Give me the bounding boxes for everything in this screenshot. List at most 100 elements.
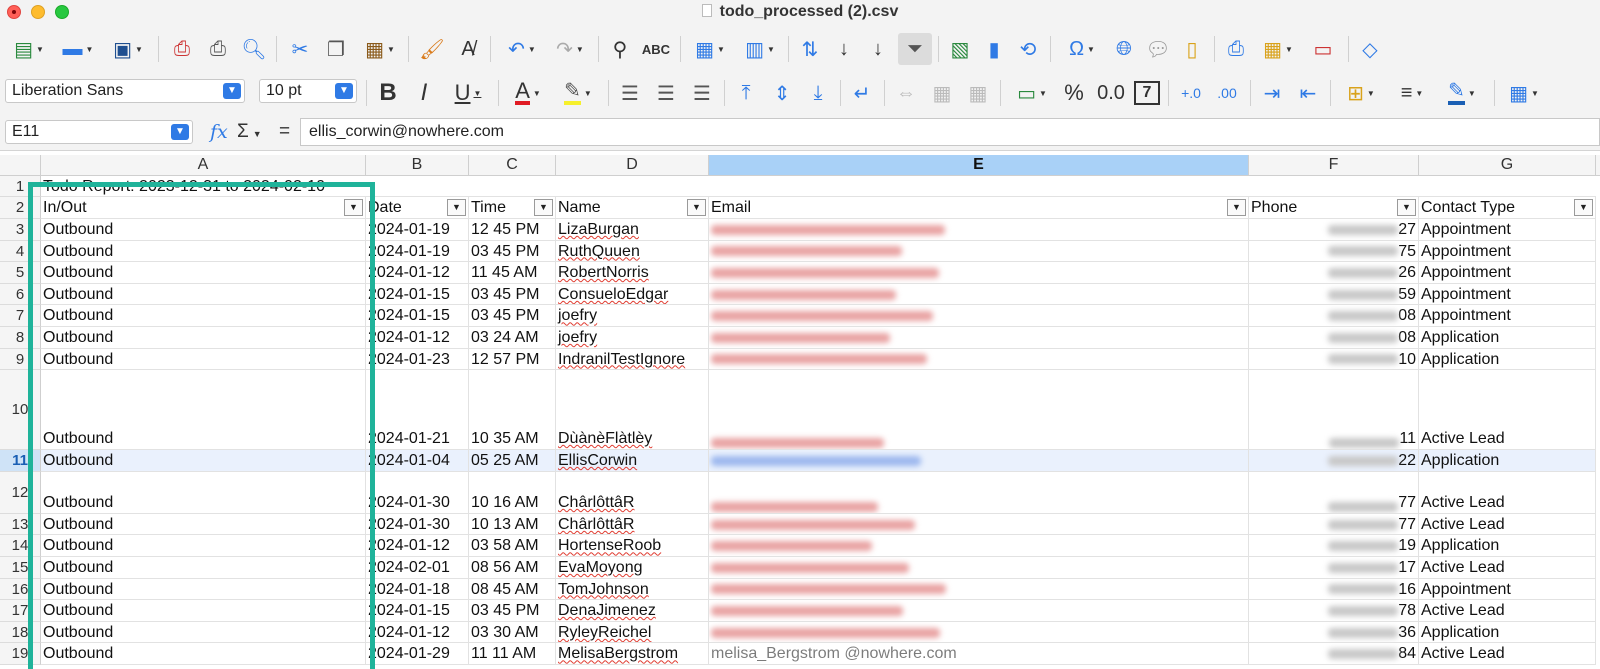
phone-cell[interactable]: 59 bbox=[1249, 283, 1419, 306]
phone-cell[interactable]: 17 bbox=[1249, 557, 1419, 579]
save-icon[interactable]: ▣ ▼ bbox=[106, 35, 150, 63]
name-cell[interactable]: joefry bbox=[556, 327, 709, 349]
date-cell[interactable]: 2024-01-21 bbox=[366, 370, 469, 451]
date-cell[interactable]: 2024-01-15 bbox=[366, 283, 469, 306]
time-cell[interactable]: 11 11 AM bbox=[469, 643, 556, 665]
select-all-corner[interactable] bbox=[0, 155, 41, 176]
insert-chart-icon[interactable]: ▮ bbox=[980, 35, 1008, 63]
phone-cell[interactable]: 16 bbox=[1249, 578, 1419, 601]
inout-cell[interactable]: Outbound bbox=[41, 305, 366, 327]
email-cell[interactable] bbox=[709, 578, 1249, 601]
function-wizard-icon[interactable]: fx bbox=[210, 121, 228, 143]
date-cell[interactable]: 2024-01-30 bbox=[366, 513, 469, 536]
time-cell[interactable]: 03 45 PM bbox=[469, 305, 556, 327]
column-header-e[interactable]: E bbox=[709, 155, 1249, 176]
email-cell[interactable] bbox=[709, 240, 1249, 263]
email-cell[interactable]: melisa_Bergstrom @nowhere.com bbox=[709, 643, 1249, 665]
email-cell[interactable] bbox=[709, 557, 1249, 579]
align-bottom-icon[interactable]: ⤓ bbox=[804, 79, 832, 107]
phone-cell[interactable]: 08 bbox=[1249, 327, 1419, 349]
highlight-color-icon[interactable]: ✎ ▼ bbox=[556, 79, 600, 107]
contact-type-cell[interactable]: Active Lead bbox=[1419, 600, 1596, 622]
date-cell[interactable]: 2024-01-15 bbox=[366, 305, 469, 327]
time-cell[interactable]: 10 16 AM bbox=[469, 471, 556, 514]
row-header[interactable]: 13 bbox=[0, 513, 41, 536]
column-icon[interactable]: ▥ ▼ bbox=[738, 35, 782, 63]
date-cell[interactable]: 2024-01-12 bbox=[366, 327, 469, 349]
name-cell[interactable]: EvaMoyong bbox=[556, 557, 709, 579]
column-header-f[interactable]: F bbox=[1249, 155, 1419, 176]
underline-icon[interactable]: U ▼ bbox=[446, 79, 490, 107]
row-header[interactable]: 10 bbox=[0, 370, 41, 451]
export-pdf-icon[interactable]: ⎙ bbox=[168, 35, 196, 63]
inout-cell[interactable]: Outbound bbox=[41, 348, 366, 371]
phone-cell[interactable]: 84 bbox=[1249, 643, 1419, 665]
filter-dropdown-button[interactable]: ▼ bbox=[344, 199, 363, 216]
merge-center-icon[interactable]: ⇔ bbox=[892, 79, 920, 107]
headers-footers-icon[interactable]: ▯ bbox=[1178, 35, 1206, 63]
inout-cell[interactable]: Outbound bbox=[41, 643, 366, 665]
sum-icon[interactable]: Σ ▼ bbox=[237, 121, 262, 143]
contact-type-cell[interactable]: Active Lead bbox=[1419, 557, 1596, 579]
time-cell[interactable]: 03 58 AM bbox=[469, 535, 556, 557]
column-header-h[interactable] bbox=[1596, 155, 1600, 176]
center-vertically-icon[interactable]: ⇕ bbox=[768, 79, 796, 107]
time-cell[interactable]: 03 45 PM bbox=[469, 283, 556, 306]
row-header[interactable]: 6 bbox=[0, 283, 41, 306]
merge-cells-icon[interactable]: ▦ bbox=[928, 79, 956, 107]
row-header[interactable]: 12 bbox=[0, 471, 41, 514]
time-cell[interactable]: 11 45 AM bbox=[469, 262, 556, 284]
row-header[interactable]: 5 bbox=[0, 262, 41, 284]
report-title-cell[interactable]: Todo Report: 2023-12-31 to 2024-02-10 bbox=[41, 176, 1596, 197]
email-cell[interactable] bbox=[709, 219, 1249, 241]
formula-equals-icon[interactable]: = bbox=[279, 121, 290, 143]
align-left-icon[interactable]: ☰ bbox=[616, 79, 644, 107]
row-header[interactable]: 18 bbox=[0, 621, 41, 644]
row-header[interactable]: 16 bbox=[0, 578, 41, 601]
header-cell[interactable]: Phone bbox=[1249, 197, 1419, 219]
italic-icon[interactable]: I bbox=[410, 79, 438, 107]
decrease-indent-icon[interactable]: ⇤ bbox=[1294, 79, 1322, 107]
phone-cell[interactable]: 77 bbox=[1249, 513, 1419, 536]
time-cell[interactable]: 03 30 AM bbox=[469, 621, 556, 644]
name-cell[interactable]: DenaJimenez bbox=[556, 600, 709, 622]
name-box[interactable]: E11 ▼ bbox=[5, 120, 193, 144]
phone-cell[interactable]: 08 bbox=[1249, 305, 1419, 327]
phone-cell[interactable]: 26 bbox=[1249, 262, 1419, 284]
email-cell[interactable] bbox=[709, 262, 1249, 284]
inout-cell[interactable]: Outbound bbox=[41, 370, 366, 451]
contact-type-cell[interactable]: Appointment bbox=[1419, 283, 1596, 306]
font-size-select[interactable]: 10 pt ▼ bbox=[259, 79, 357, 103]
inout-cell[interactable]: Outbound bbox=[41, 471, 366, 514]
date-cell[interactable]: 2024-01-23 bbox=[366, 348, 469, 371]
print-icon[interactable]: ⎙ bbox=[204, 35, 232, 63]
inout-cell[interactable]: Outbound bbox=[41, 600, 366, 622]
name-cell[interactable]: EllisCorwin bbox=[556, 450, 709, 472]
undo-icon[interactable]: ↶ ▼ bbox=[500, 35, 544, 63]
email-cell[interactable] bbox=[709, 535, 1249, 557]
formula-input[interactable]: ellis_corwin@nowhere.com bbox=[300, 118, 1600, 146]
date-cell[interactable]: 2024-02-01 bbox=[366, 557, 469, 579]
name-cell[interactable]: ChârlôttâR bbox=[556, 471, 709, 514]
name-cell[interactable]: MelisaBergstrom bbox=[556, 643, 709, 665]
time-cell[interactable]: 03 45 PM bbox=[469, 240, 556, 263]
contact-type-cell[interactable]: Application bbox=[1419, 327, 1596, 349]
inout-cell[interactable]: Outbound bbox=[41, 513, 366, 536]
redo-icon[interactable]: ↷ ▼ bbox=[548, 35, 592, 63]
name-cell[interactable]: RuthQuuen bbox=[556, 240, 709, 263]
inout-cell[interactable]: Outbound bbox=[41, 621, 366, 644]
font-color-icon[interactable]: A ▼ bbox=[506, 79, 550, 107]
column-header-c[interactable]: C bbox=[469, 155, 556, 176]
sort-descending-icon[interactable]: ↓ bbox=[864, 35, 892, 63]
filter-dropdown-button[interactable]: ▼ bbox=[447, 199, 466, 216]
row-header[interactable]: 4 bbox=[0, 240, 41, 263]
comment-icon[interactable]: 💬︎ bbox=[1144, 35, 1172, 63]
email-cell[interactable] bbox=[709, 471, 1249, 514]
chevron-down-icon[interactable]: ▼ bbox=[223, 83, 241, 99]
row-header[interactable]: 7 bbox=[0, 305, 41, 327]
email-cell[interactable] bbox=[709, 348, 1249, 371]
date-cell[interactable]: 2024-01-04 bbox=[366, 450, 469, 472]
phone-cell[interactable]: 77 bbox=[1249, 471, 1419, 514]
spellcheck-icon[interactable]: ABC bbox=[640, 35, 672, 63]
inout-cell[interactable]: Outbound bbox=[41, 327, 366, 349]
